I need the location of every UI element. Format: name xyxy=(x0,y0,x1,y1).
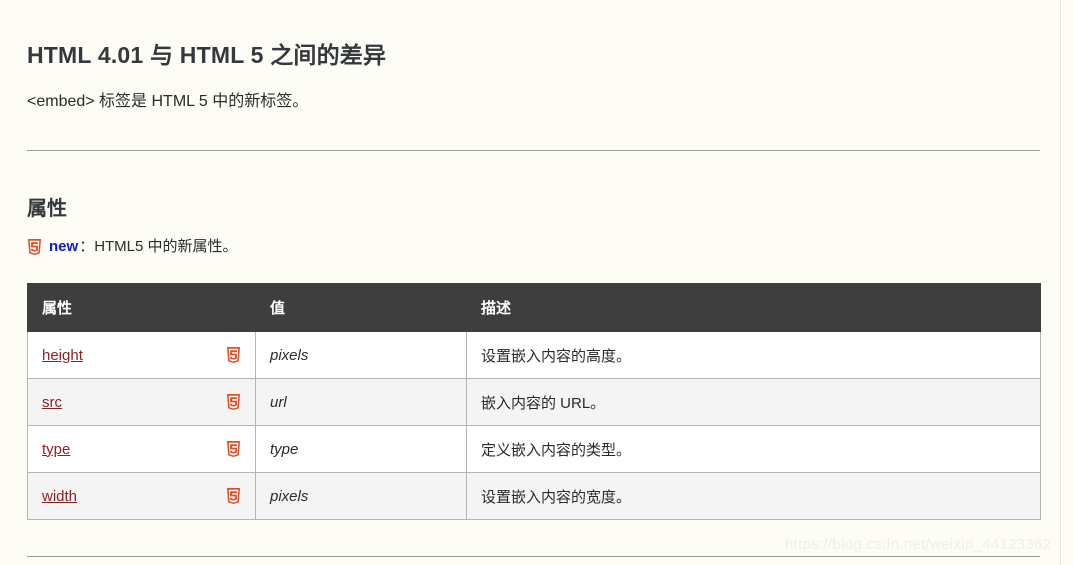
description-cell: 嵌入内容的 URL。 xyxy=(466,378,1041,426)
description-cell: 定义嵌入内容的类型。 xyxy=(466,425,1041,473)
value-cell: pixels xyxy=(255,472,467,520)
description-cell: 设置嵌入内容的高度。 xyxy=(466,331,1041,379)
intro-paragraph: <embed> 标签是 HTML 5 中的新标签。 xyxy=(27,93,309,110)
divider-top xyxy=(27,150,1040,151)
attribute-link-type[interactable]: type xyxy=(42,441,70,458)
attribute-cell: height xyxy=(27,331,256,379)
attribute-link-width[interactable]: width xyxy=(42,488,77,505)
page-right-border xyxy=(1060,0,1061,565)
html5-badge-icon xyxy=(226,440,241,458)
table-header-row: 属性 值 描述 xyxy=(27,283,1041,332)
value-cell: type xyxy=(255,425,467,473)
column-header-attribute: 属性 xyxy=(27,283,256,332)
table-row: type type 定义嵌入内容的类型。 xyxy=(27,425,1041,473)
legend-new-label: new xyxy=(49,238,79,255)
column-header-description: 描述 xyxy=(466,283,1041,332)
attribute-cell: type xyxy=(27,425,256,473)
attribute-cell: src xyxy=(27,378,256,426)
html5-new-legend: new ：HTML5 中的新属性。 xyxy=(27,237,238,257)
legend-description: ：HTML5 中的新属性。 xyxy=(79,238,238,255)
table-row: height pixels 设置嵌入内容的高度。 xyxy=(27,331,1041,379)
attribute-link-src[interactable]: src xyxy=(42,394,62,411)
section-title-attributes: 属性 xyxy=(27,198,67,220)
attribute-cell: width xyxy=(27,472,256,520)
watermark: https://blog.csdn.net/weixin_44123362 xyxy=(785,536,1052,553)
html5-badge-icon xyxy=(226,393,241,411)
html5-badge-icon xyxy=(226,346,241,364)
page-title: HTML 4.01 与 HTML 5 之间的差异 xyxy=(27,42,387,68)
divider-bottom xyxy=(27,556,1040,557)
table-row: width pixels 设置嵌入内容的宽度。 xyxy=(27,472,1041,520)
attribute-link-height[interactable]: height xyxy=(42,347,83,364)
table-row: src url 嵌入内容的 URL。 xyxy=(27,378,1041,426)
value-cell: url xyxy=(255,378,467,426)
column-header-value: 值 xyxy=(255,283,467,332)
description-cell: 设置嵌入内容的宽度。 xyxy=(466,472,1041,520)
attributes-table: 属性 值 描述 height pixels 设置嵌入内容的高度。 src url… xyxy=(27,283,1041,520)
html5-badge-icon xyxy=(27,238,42,256)
value-cell: pixels xyxy=(255,331,467,379)
html5-badge-icon xyxy=(226,487,241,505)
